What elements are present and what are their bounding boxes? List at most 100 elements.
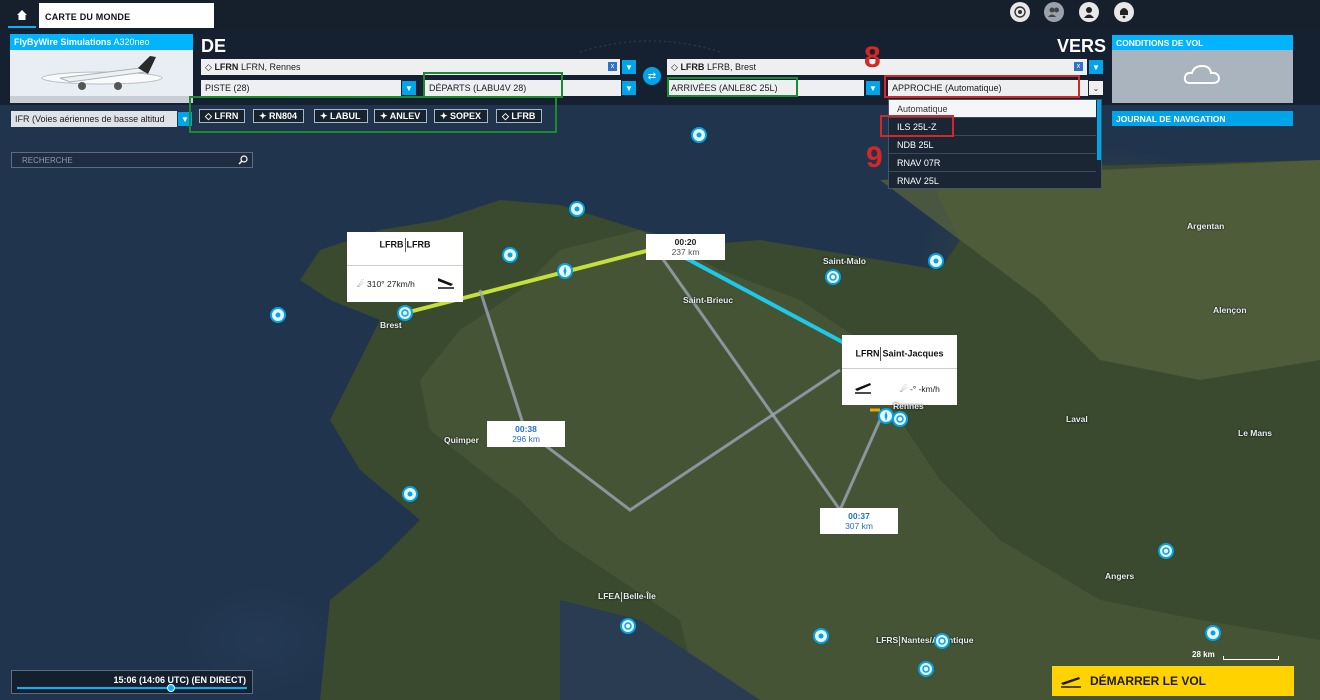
annotation-step-9: 9	[866, 141, 883, 174]
annotation-box-approach	[884, 75, 1080, 98]
takeoff-icon	[855, 383, 871, 394]
airport-marker-icon[interactable]	[397, 305, 413, 321]
city-label: Quimper	[444, 435, 479, 445]
airport-marker-icon[interactable]	[825, 269, 841, 285]
wind-info: ☄ -° -km/h	[900, 384, 940, 394]
map-pin-icon[interactable]	[1205, 625, 1221, 641]
tab-world-map[interactable]: CARTE DU MONDE	[39, 3, 214, 28]
city-label: Le Mans	[1238, 428, 1273, 438]
airport-name: Saint-Jacques	[882, 348, 944, 359]
swap-icon[interactable]: ⇄	[643, 67, 661, 85]
start-flight-label: DÉMARRER LE VOL	[1090, 674, 1207, 688]
chevron-down-icon[interactable]: ▼	[866, 81, 880, 95]
search-icon	[238, 155, 248, 165]
city-label: Alençon	[1213, 305, 1247, 315]
leg-info: 00:37 307 km	[820, 508, 898, 534]
map-scale-bar	[1223, 656, 1279, 660]
airport-marker-icon[interactable]	[934, 633, 950, 649]
to-label: VERS	[1057, 36, 1107, 56]
weather-title: CONDITIONS DE VOL	[1112, 35, 1293, 50]
flight-type-select[interactable]: IFR (Voies aériennes de basse altitud	[11, 111, 177, 127]
clear-arrival-icon[interactable]: x	[1074, 62, 1083, 71]
home-icon	[17, 10, 27, 20]
waypoint-marker-icon[interactable]	[557, 263, 573, 279]
aircraft-card[interactable]: FlyByWire Simulations A320neo	[10, 34, 193, 103]
time-slider[interactable]: 15:06 (14:06 UTC) (EN DIRECT)	[11, 670, 253, 694]
notification-icon[interactable]	[1114, 2, 1134, 22]
wind-icon: ☄	[357, 279, 365, 289]
navigation-log-button[interactable]: JOURNAL DE NAVIGATION	[1112, 111, 1293, 126]
city-label: Saint-Malo	[823, 256, 866, 266]
map-pin-icon[interactable]	[813, 628, 829, 644]
city-label: LFEA Belle-Île	[598, 591, 656, 602]
airport-info-brest[interactable]: LFRB LFRB ☄ 310° 27km/h	[347, 232, 463, 302]
profile-icon[interactable]	[1079, 2, 1099, 22]
map-pin-icon[interactable]	[569, 201, 585, 217]
map-pin-icon[interactable]	[270, 307, 286, 323]
departure-airport-name: LFRN, Rennes	[240, 62, 301, 72]
airport-code: LFRN	[855, 348, 880, 359]
chevron-down-icon[interactable]: ⌄	[1089, 81, 1103, 95]
airport-marker-icon[interactable]	[892, 411, 908, 427]
city-label: Brest	[380, 320, 402, 330]
arrival-airport-name: LFRB, Brest	[706, 62, 756, 72]
aircraft-title: FlyByWire Simulations A320neo	[10, 34, 193, 50]
wind-icon: ☄	[900, 384, 908, 394]
clear-departure-icon[interactable]: x	[608, 62, 617, 71]
time-text: 15:06 (14:06 UTC) (EN DIRECT)	[113, 675, 246, 685]
city-label: LFRSNantes/Atlantique	[876, 635, 973, 646]
radar-icon[interactable]	[1010, 2, 1030, 22]
annotation-box-departures	[423, 72, 563, 98]
city-label: Argentan	[1187, 221, 1225, 231]
takeoff-icon	[1061, 677, 1081, 688]
aircraft-model: A320neo	[113, 37, 150, 47]
airport-name: LFRB	[406, 239, 431, 250]
annotation-box-arrivals	[667, 77, 798, 97]
cloud-icon	[1183, 64, 1221, 84]
approach-dropdown: Automatique ILS 25L-Z NDB 25L RNAV 07R R…	[888, 99, 1102, 189]
city-label: Angers	[1105, 571, 1135, 581]
wind-info: ☄ 310° 27km/h	[357, 279, 415, 289]
dropdown-scrollbar[interactable]	[1097, 100, 1101, 160]
chevron-down-icon[interactable]: ▼	[1089, 60, 1103, 74]
city-label: Saint-Brieuc	[683, 295, 734, 305]
chevron-down-icon[interactable]: ▼	[622, 60, 636, 74]
approach-option[interactable]: RNAV 07R	[889, 154, 1096, 172]
airport-marker-icon[interactable]	[1158, 543, 1174, 559]
start-flight-button[interactable]: DÉMARRER LE VOL	[1052, 666, 1294, 696]
home-button[interactable]	[8, 4, 36, 28]
annotation-box-ils	[880, 115, 954, 137]
search-placeholder: RECHERCHE	[22, 156, 73, 165]
annotation-step-8: 8	[864, 41, 881, 74]
friends-icon[interactable]	[1044, 2, 1064, 22]
airport-code: LFRB	[379, 239, 404, 250]
map-pin-icon[interactable]	[691, 127, 707, 143]
weather-card[interactable]: CONDITIONS DE VOL	[1112, 35, 1293, 103]
map-pin-icon[interactable]	[402, 486, 418, 502]
city-label: Rennes	[893, 401, 924, 411]
from-label: DE	[201, 36, 227, 56]
airport-marker-icon[interactable]	[918, 661, 934, 677]
map-pin-icon[interactable]	[928, 253, 944, 269]
annotation-box-route	[189, 96, 557, 133]
time-track[interactable]	[17, 687, 247, 689]
search-input[interactable]: RECHERCHE	[11, 152, 253, 168]
map-pin-icon[interactable]	[502, 247, 518, 263]
runway-select[interactable]: PISTE (28)	[201, 80, 401, 96]
airport-marker-icon[interactable]	[620, 618, 636, 634]
approach-option[interactable]: RNAV 25L	[889, 172, 1096, 190]
time-knob[interactable]	[167, 684, 176, 692]
top-bar: CARTE DU MONDE	[0, 0, 1320, 30]
landing-icon	[438, 278, 454, 289]
airport-pin-icon: ◇	[671, 62, 678, 72]
approach-option[interactable]: NDB 25L	[889, 136, 1096, 154]
leg-info: 00:20 237 km	[646, 234, 725, 260]
aircraft-image	[10, 50, 193, 103]
airport-pin-icon: ◇	[205, 62, 212, 72]
chevron-down-icon[interactable]: ▼	[402, 81, 416, 95]
chevron-down-icon[interactable]: ▼	[622, 81, 636, 95]
airport-info-rennes[interactable]: LFRN Saint-Jacques ☄ -° -km/h	[842, 335, 957, 405]
aircraft-brand: FlyByWire Simulations	[14, 37, 112, 47]
city-label: Laval	[1066, 414, 1088, 424]
leg-info: 00:38 296 km	[487, 421, 565, 447]
